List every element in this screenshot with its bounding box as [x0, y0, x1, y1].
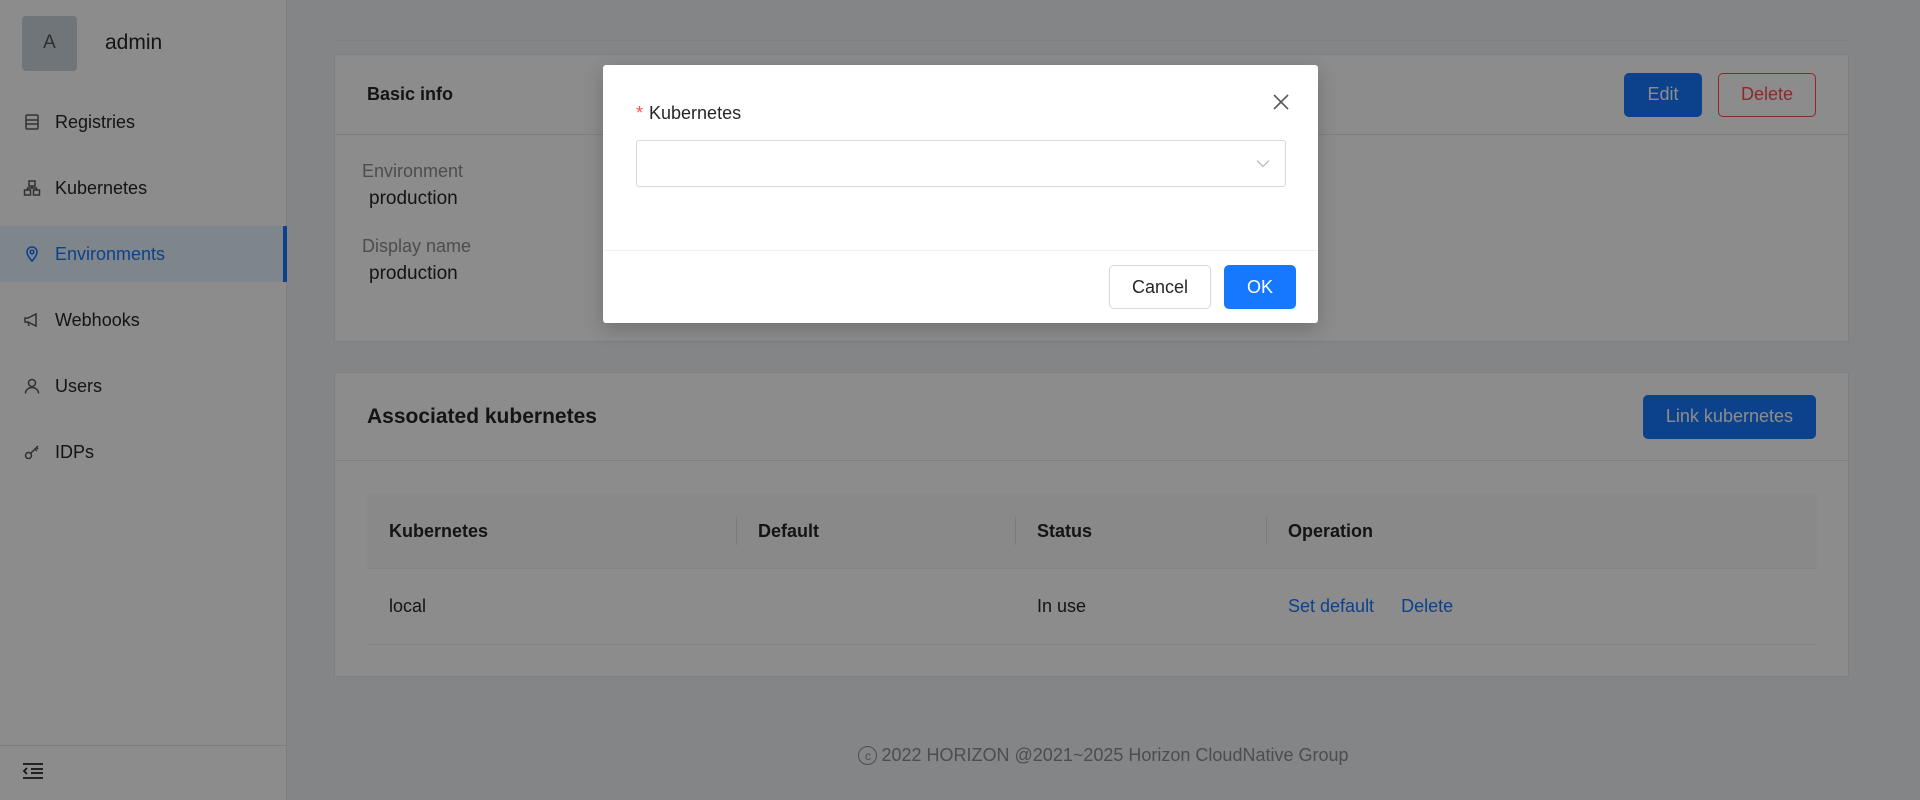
link-kubernetes-modal: * Kubernetes Cancel OK — [603, 65, 1318, 323]
ok-button[interactable]: OK — [1223, 265, 1296, 309]
modal-body: * Kubernetes — [603, 65, 1318, 187]
required-marker: * — [636, 103, 644, 123]
chevron-down-icon — [1255, 155, 1271, 176]
form-label-text: Kubernetes — [649, 103, 742, 123]
kubernetes-select[interactable] — [636, 140, 1286, 187]
close-icon — [1272, 93, 1290, 116]
close-button[interactable] — [1266, 89, 1296, 119]
cancel-button[interactable]: Cancel — [1108, 265, 1211, 309]
modal-footer: Cancel OK — [603, 250, 1318, 323]
kubernetes-field-label: * Kubernetes — [636, 103, 1286, 124]
